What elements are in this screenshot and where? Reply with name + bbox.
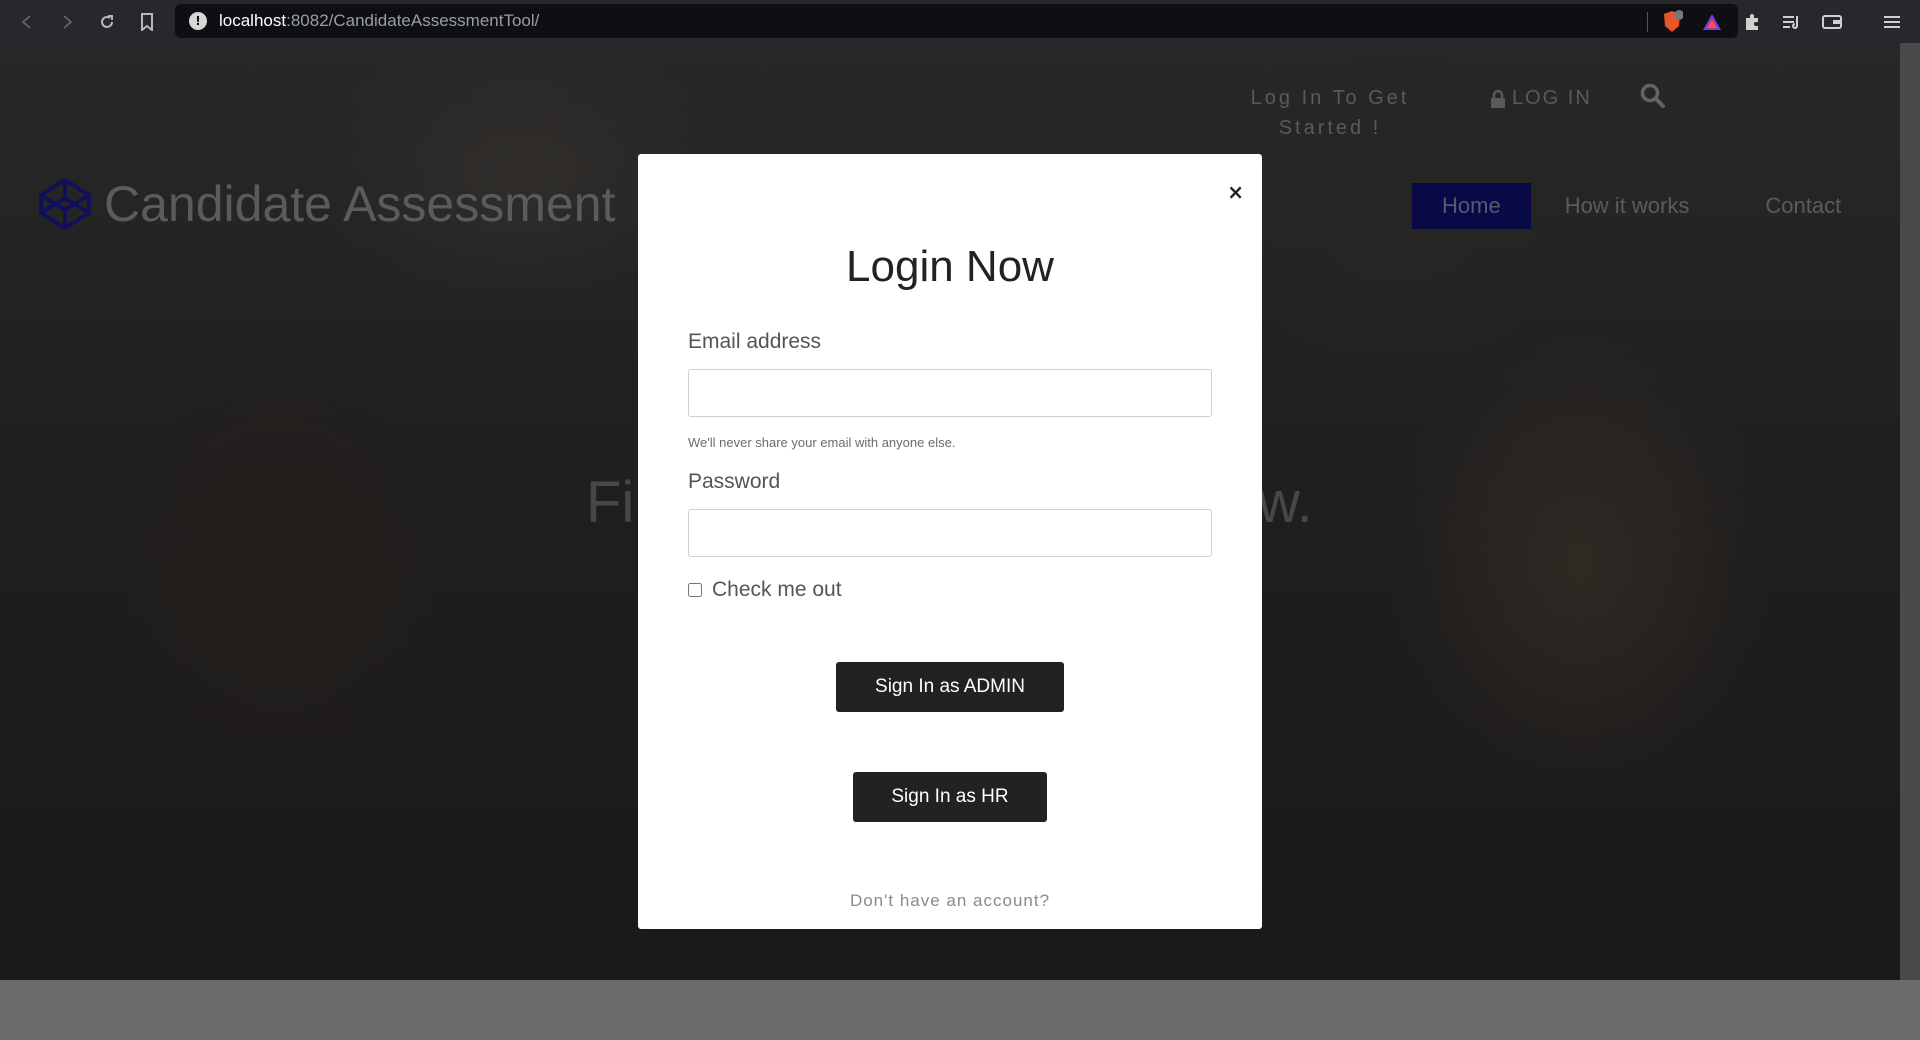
wallet-button[interactable] [1812,0,1852,43]
email-field[interactable] [688,369,1212,417]
wallet-icon [1822,14,1842,29]
page-viewport: Log In To Get Started ! LOG IN Candidate… [0,43,1900,980]
close-icon[interactable]: × [1227,180,1244,204]
playlist-button[interactable] [1772,0,1812,43]
bookmark-button[interactable] [127,0,167,43]
page-scrollbar[interactable] [1900,43,1920,980]
brave-rewards-button[interactable] [1692,0,1732,43]
email-label: Email address [688,330,822,353]
remember-row: Check me out [688,578,842,602]
signup-link[interactable]: Don't have an account? [638,891,1262,911]
check-me-out-label: Check me out [712,578,842,601]
back-icon [21,14,31,29]
modal-title: Login Now [846,242,1054,291]
site-info-icon[interactable]: ! [189,12,207,30]
address-bar[interactable]: ! localhost:8082/CandidateAssessmentTool… [175,4,1738,38]
bookmark-icon [141,12,153,31]
page-below-hero [0,980,1920,1040]
hamburger-icon [1884,15,1900,28]
back-button[interactable] [7,0,47,43]
reload-icon [101,14,113,28]
check-me-out-checkbox[interactable] [688,583,702,597]
email-hint: We'll never share your email with anyone… [688,435,956,450]
browser-toolbar: ! localhost:8082/CandidateAssessmentTool… [0,0,1920,43]
brave-shields-button[interactable] [1652,0,1692,43]
password-label: Password [688,470,781,493]
forward-button[interactable] [47,0,87,43]
sign-in-hr-button[interactable]: Sign In as HR [853,772,1047,822]
reload-button[interactable] [87,0,127,43]
url-text: localhost:8082/CandidateAssessmentTool/ [219,11,540,30]
playlist-icon [1783,15,1798,29]
forward-icon [63,14,73,29]
password-field[interactable] [688,509,1212,557]
sign-in-admin-button[interactable]: Sign In as ADMIN [836,662,1064,712]
menu-button[interactable] [1872,0,1912,43]
address-divider [1647,12,1648,32]
rewards-triangle-icon [1703,13,1721,30]
brave-lion-icon [1664,9,1683,32]
login-modal: × Login Now Email address We'll never sh… [638,154,1262,929]
extensions-button[interactable] [1732,0,1772,43]
puzzle-icon [1746,13,1758,30]
